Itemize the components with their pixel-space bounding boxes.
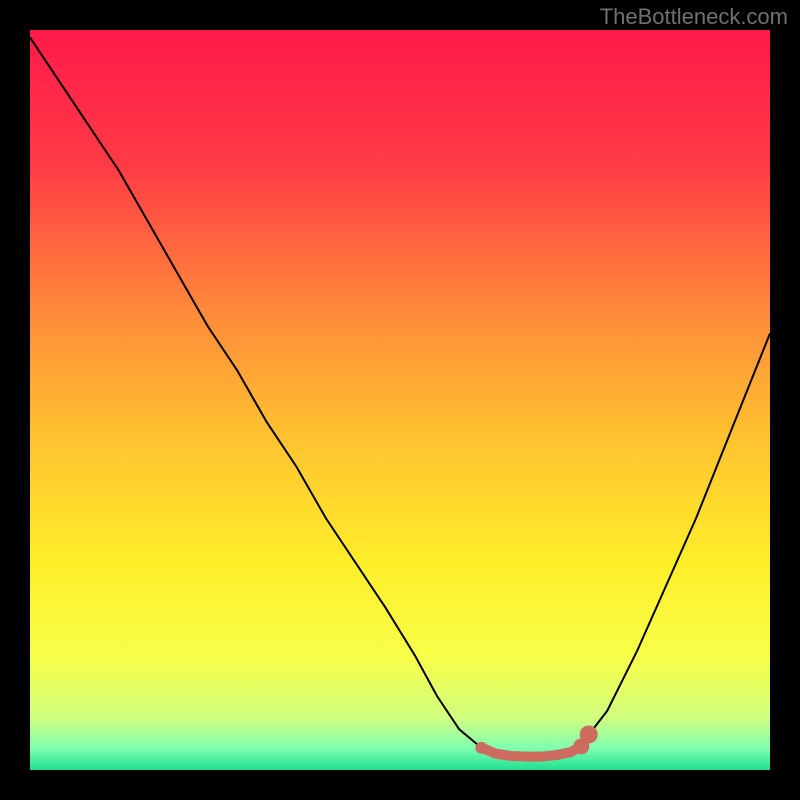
chart-background [30,30,770,770]
optimal-marker-point [475,742,487,754]
chart-svg [30,30,770,770]
optimal-marker-point [580,725,598,743]
chart-plot-area [30,30,770,770]
attribution-text: TheBottleneck.com [600,4,788,30]
